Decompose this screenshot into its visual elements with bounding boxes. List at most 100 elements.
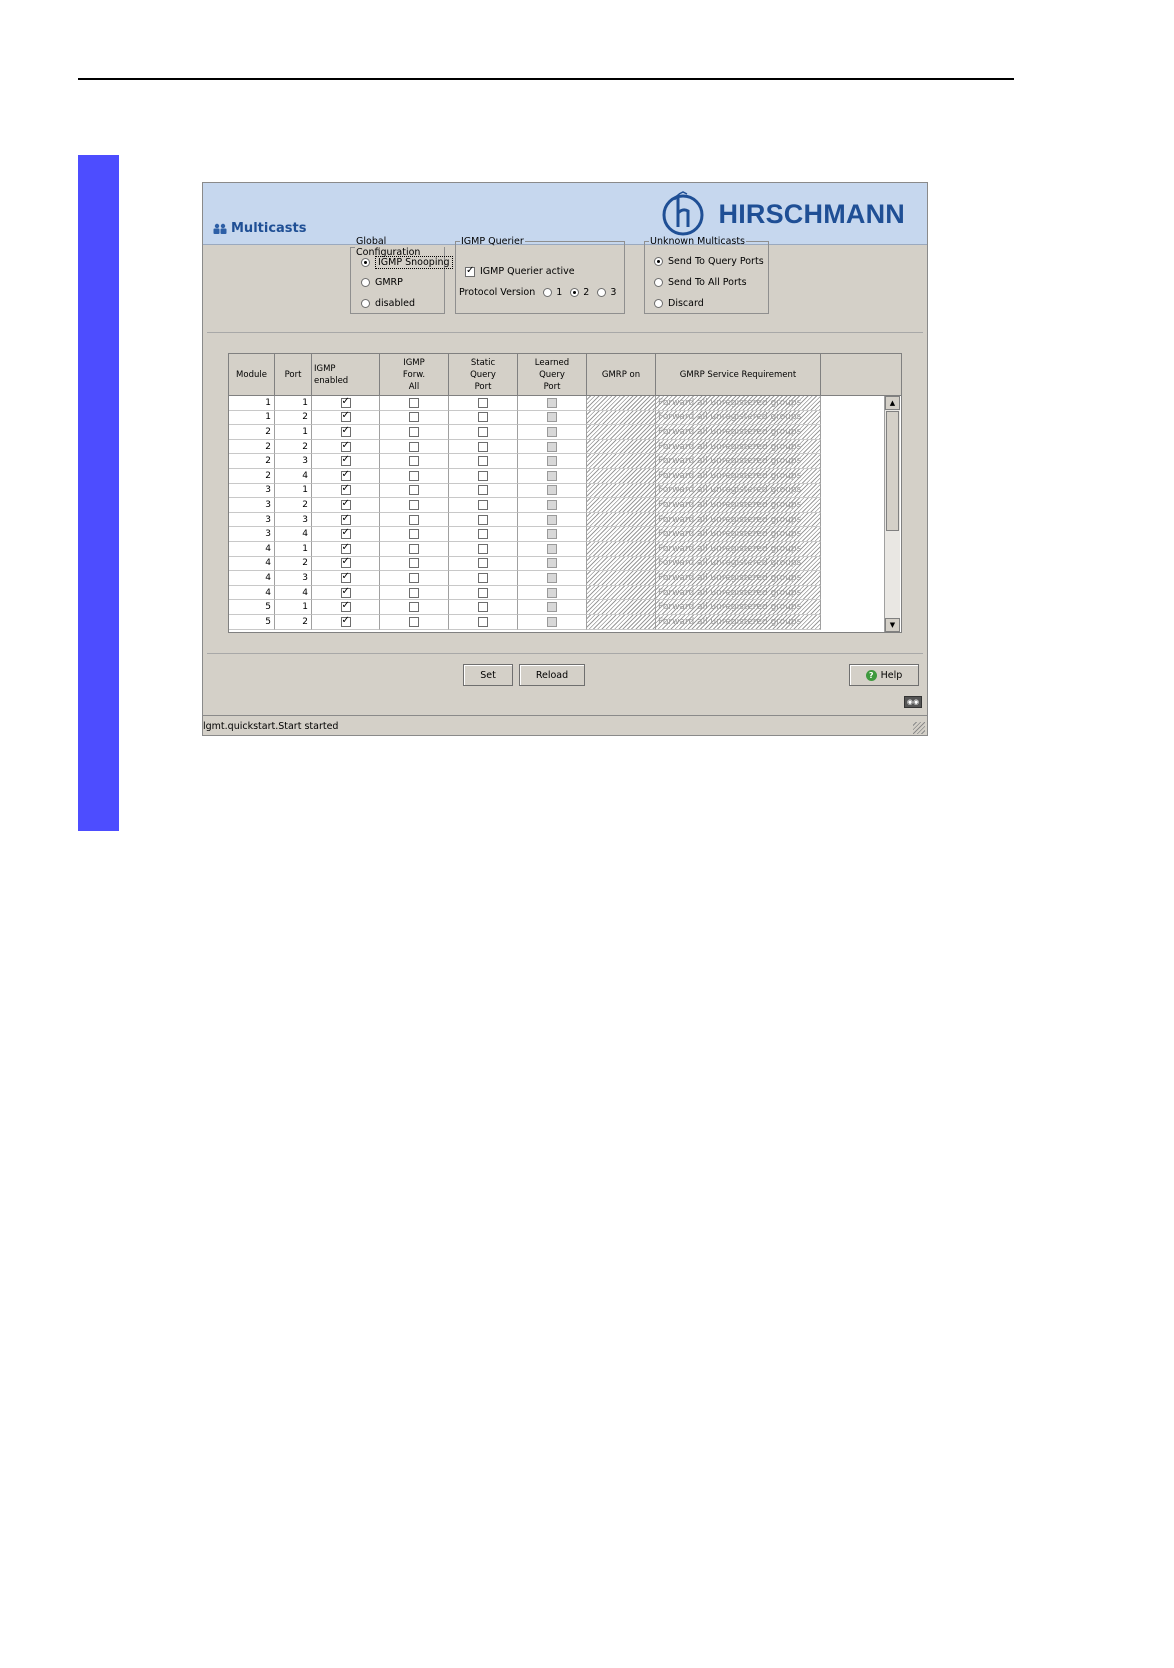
checkbox-checked-icon[interactable]: [340, 600, 351, 613]
help-button[interactable]: ? Help: [849, 664, 919, 686]
checkbox-icon: [547, 426, 557, 437]
checkbox-icon[interactable]: [478, 514, 488, 525]
radio-selected-icon[interactable]: [361, 258, 370, 267]
checkbox-icon[interactable]: [409, 514, 419, 525]
checkbox-checked-icon[interactable]: [340, 425, 351, 437]
checkbox-icon[interactable]: [409, 587, 419, 598]
table-row[interactable]: 24 Forward all unregistered groups: [229, 469, 901, 484]
global-disabled-option[interactable]: disabled: [361, 298, 415, 309]
checkbox-checked-icon[interactable]: [340, 498, 351, 510]
checkbox-icon[interactable]: [478, 572, 488, 583]
resize-grip-icon[interactable]: [913, 722, 925, 734]
version-3-radio[interactable]: [597, 288, 607, 297]
col-igmp-enabled[interactable]: IGMP enabled: [312, 354, 380, 395]
table-row[interactable]: 31 Forward all unregistered groups: [229, 483, 901, 499]
send-to-query-ports-option[interactable]: Send To Query Ports: [654, 256, 764, 267]
table-row[interactable]: 12 Forward all unregistered groups: [229, 410, 901, 426]
checkbox-icon[interactable]: [478, 485, 488, 496]
checkbox-checked-icon[interactable]: [340, 571, 351, 583]
send-to-all-ports-option[interactable]: Send To All Ports: [654, 277, 747, 288]
checkbox-icon[interactable]: [478, 470, 488, 481]
radio-icon[interactable]: [654, 299, 663, 308]
checkbox-icon[interactable]: [409, 441, 419, 452]
checkbox-icon[interactable]: [409, 426, 419, 437]
checkbox-icon[interactable]: [409, 543, 419, 554]
checkbox-icon[interactable]: [478, 441, 488, 452]
reload-button[interactable]: Reload: [519, 664, 585, 686]
checkbox-icon[interactable]: [478, 456, 488, 467]
table-row[interactable]: 23 Forward all unregistered groups: [229, 454, 901, 469]
checkbox-icon[interactable]: [478, 602, 488, 613]
checkbox-icon[interactable]: [409, 485, 419, 496]
checkbox-icon[interactable]: [409, 616, 419, 627]
checkbox-checked-icon[interactable]: [340, 483, 351, 496]
table-row[interactable]: 34 Forward all unregistered groups: [229, 527, 901, 542]
checkbox-icon[interactable]: [478, 397, 488, 408]
checkbox-icon[interactable]: [409, 412, 419, 423]
checkbox-icon[interactable]: [409, 397, 419, 408]
radio-icon[interactable]: [361, 278, 370, 287]
col-port[interactable]: Port: [275, 354, 312, 395]
checkbox-icon[interactable]: [478, 616, 488, 627]
col-igmp-forw-all[interactable]: IGMP Forw. All: [380, 354, 449, 395]
checkbox-icon[interactable]: [478, 426, 488, 437]
table-row[interactable]: 33 Forward all unregistered groups: [229, 513, 901, 528]
col-static-query-port[interactable]: Static Query Port: [449, 354, 518, 395]
scroll-down-icon[interactable]: ▼: [885, 618, 900, 632]
version-1-radio[interactable]: [543, 288, 553, 297]
table-row[interactable]: 22 Forward all unregistered groups: [229, 440, 901, 455]
checkbox-icon[interactable]: [478, 587, 488, 598]
checkbox-icon[interactable]: [409, 602, 419, 613]
set-button[interactable]: Set: [463, 664, 513, 686]
checkbox-checked-icon[interactable]: [340, 586, 351, 598]
table-row[interactable]: 32 Forward all unregistered groups: [229, 498, 901, 513]
checkbox-icon[interactable]: [409, 470, 419, 481]
global-gmrp-option[interactable]: GMRP: [361, 277, 403, 288]
checkbox-icon[interactable]: [409, 499, 419, 510]
table-row[interactable]: 52 Forward all unregistered groups: [229, 615, 901, 630]
table-row[interactable]: 42 Forward all unregistered groups: [229, 556, 901, 572]
checkbox-checked-icon[interactable]: [340, 454, 351, 467]
checkbox-icon[interactable]: [409, 529, 419, 540]
checkbox-icon[interactable]: [478, 543, 488, 554]
scroll-up-icon[interactable]: ▲: [885, 396, 900, 410]
checkbox-icon[interactable]: [409, 558, 419, 569]
radio-selected-icon[interactable]: [654, 257, 663, 266]
checkbox-icon[interactable]: [478, 529, 488, 540]
radio-icon[interactable]: [361, 299, 370, 308]
col-gmrp-on[interactable]: GMRP on: [587, 354, 656, 395]
checkbox-checked-icon[interactable]: [340, 556, 351, 569]
checkbox-checked-icon[interactable]: [340, 396, 351, 408]
checkbox-checked-icon[interactable]: [340, 615, 351, 627]
table-row[interactable]: 21 Forward all unregistered groups: [229, 425, 901, 440]
scroll-thumb[interactable]: [886, 411, 899, 531]
table-row[interactable]: 51 Forward all unregistered groups: [229, 600, 901, 615]
checkbox-icon[interactable]: [478, 499, 488, 510]
col-learned-query-port[interactable]: Learned Query Port: [518, 354, 587, 395]
table-row[interactable]: 41 Forward all unregistered groups: [229, 542, 901, 557]
checkbox-checked-icon[interactable]: [340, 469, 351, 481]
checkbox-checked-icon[interactable]: [340, 410, 351, 423]
checkbox-checked-icon[interactable]: [465, 265, 475, 277]
checkbox-checked-icon[interactable]: [340, 542, 351, 554]
vertical-scrollbar[interactable]: ▲ ▼: [884, 396, 900, 632]
checkbox-icon[interactable]: [409, 572, 419, 583]
table-row[interactable]: 43 Forward all unregistered groups: [229, 571, 901, 586]
col-gmrp-service-requirement[interactable]: GMRP Service Requirement: [656, 354, 821, 395]
global-igmp-snooping-option[interactable]: IGMP Snooping: [361, 256, 453, 269]
table-row[interactable]: 11 Forward all unregistered groups: [229, 396, 901, 411]
checkbox-checked-icon[interactable]: [340, 527, 351, 540]
checkbox-icon: [547, 412, 557, 423]
radio-icon[interactable]: [654, 278, 663, 287]
table-row[interactable]: 44 Forward all unregistered groups: [229, 586, 901, 601]
checkbox-icon[interactable]: [478, 412, 488, 423]
igmp-querier-active-checkbox[interactable]: IGMP Querier active: [465, 265, 575, 277]
col-module[interactable]: Module: [229, 354, 275, 395]
checkbox-checked-icon[interactable]: [340, 513, 351, 525]
checkbox-icon[interactable]: [409, 456, 419, 467]
version-2-radio[interactable]: [570, 288, 580, 297]
discard-option[interactable]: Discard: [654, 298, 704, 309]
checkbox-checked-icon[interactable]: [340, 440, 351, 452]
option-label: Discard: [668, 298, 704, 309]
checkbox-icon[interactable]: [478, 558, 488, 569]
